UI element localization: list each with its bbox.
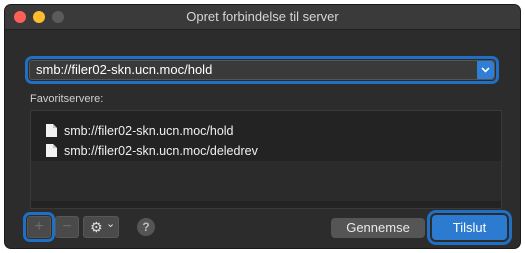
favorites-list[interactable]: smb://filer02-skn.ucn.moc/hold smb://fil…	[30, 110, 502, 209]
recent-servers-dropdown-button[interactable]	[477, 61, 494, 79]
add-favorite-button[interactable]: +	[23, 212, 55, 242]
server-address-value[interactable]: smb://filer02-skn.ucn.moc/hold	[36, 62, 212, 77]
connect-to-server-dialog: Opret forbindelse til server smb://filer…	[5, 5, 520, 248]
help-icon[interactable]: ?	[137, 218, 155, 236]
title-bar: Opret forbindelse til server	[5, 5, 520, 30]
favorite-server-label: smb://filer02-skn.ucn.moc/deledrev	[64, 144, 258, 158]
list-item[interactable]: smb://filer02-skn.ucn.moc/hold	[31, 121, 501, 141]
chevron-down-icon	[481, 67, 490, 73]
remove-favorite-button[interactable]: −	[55, 216, 79, 238]
browse-button[interactable]: Gennemse	[331, 218, 425, 238]
window-title: Opret forbindelse til server	[186, 9, 339, 24]
empty-row	[31, 161, 501, 181]
plus-icon: +	[34, 218, 44, 235]
empty-row	[31, 181, 501, 201]
connect-button[interactable]: Tilslut	[427, 210, 512, 245]
document-icon	[46, 124, 57, 137]
document-icon	[46, 144, 57, 157]
server-address-field[interactable]: smb://filer02-skn.ucn.moc/hold	[25, 56, 499, 84]
favorite-server-label: smb://filer02-skn.ucn.moc/hold	[64, 124, 234, 138]
list-item[interactable]: smb://filer02-skn.ucn.moc/deledrev	[31, 141, 501, 161]
chevron-down-icon: ⌄	[106, 218, 116, 230]
minus-icon: −	[62, 218, 72, 235]
action-menu-button[interactable]: ⚙ ⌄	[83, 216, 119, 238]
gear-icon: ⚙	[90, 219, 103, 235]
favorites-label: Favoritservere:	[30, 93, 104, 105]
